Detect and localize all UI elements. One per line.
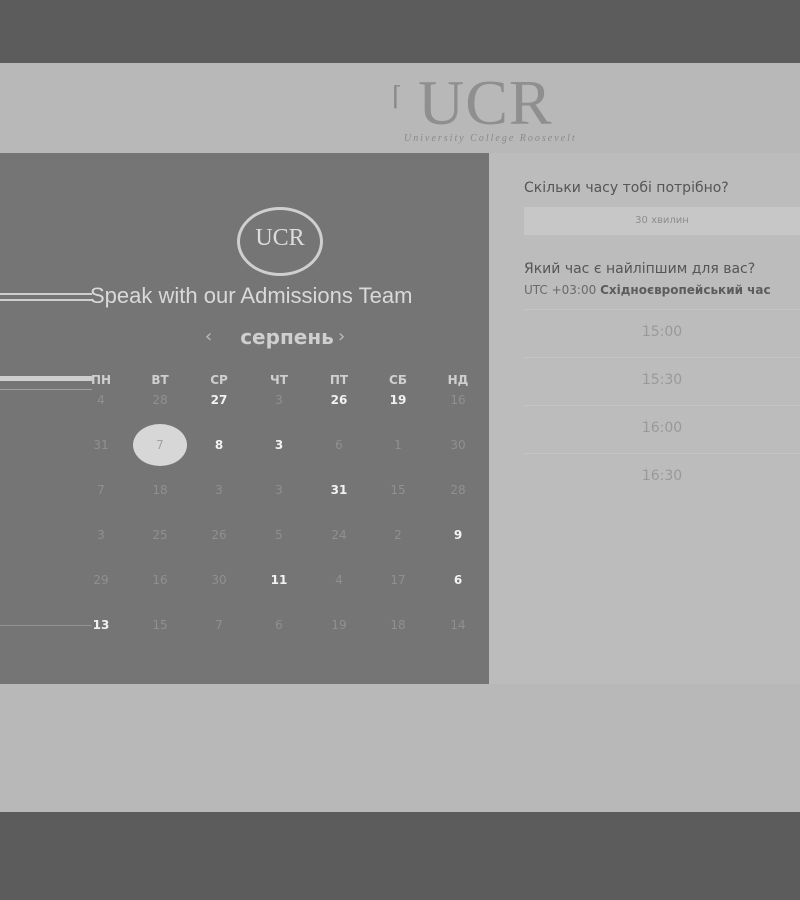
time-slot[interactable]: 16:00	[524, 405, 800, 450]
calendar-day: 3	[215, 483, 223, 497]
calendar-day: 4	[335, 573, 343, 587]
calendar-day: 29	[93, 573, 109, 587]
calendar-day: 15	[390, 483, 406, 497]
logo-crest-icon: ⌈	[392, 82, 403, 112]
ucr-badge-icon: UCR	[237, 207, 323, 276]
calendar-day: 4	[97, 393, 105, 407]
calendar-panel: UCR Speak with our Admissions Team ‹ сер…	[0, 153, 489, 684]
calendar-day: 3	[97, 528, 105, 542]
calendar-day: 16	[152, 573, 168, 587]
month-label: серпень	[240, 325, 334, 349]
calendar-day[interactable]: 26	[319, 380, 359, 420]
calendar-day: 19	[331, 618, 347, 632]
calendar-day: 17	[390, 573, 406, 587]
calendar-day[interactable]: 31	[319, 470, 359, 510]
month-navigation: ‹ серпень ›	[205, 323, 355, 351]
calendar-day: 30	[450, 438, 466, 452]
time-slot[interactable]: 15:30	[524, 357, 800, 402]
time-slot[interactable]: 15:00	[524, 309, 800, 354]
ucr-logo: ⌈ UCR University College Roosevelt	[392, 71, 592, 147]
calendar-day[interactable]: 9	[438, 515, 478, 555]
decorative-line	[0, 389, 92, 390]
chevron-right-icon[interactable]: ›	[338, 323, 345, 351]
logo-subtitle: University College Roosevelt	[404, 133, 577, 144]
badge-text: UCR	[255, 225, 305, 251]
time-question: Який час є найліпшим для вас?	[524, 261, 756, 277]
calendar-day[interactable]: 27	[199, 380, 239, 420]
top-bar	[0, 0, 800, 63]
decorative-line	[0, 293, 92, 295]
bottom-bar	[0, 812, 800, 900]
calendar-day: 7	[215, 618, 223, 632]
calendar-day[interactable]: 19	[378, 380, 418, 420]
timezone-name: Східноєвропейський час	[600, 283, 771, 297]
calendar-day: 28	[152, 393, 168, 407]
calendar-day: 2	[394, 528, 402, 542]
chevron-left-icon[interactable]: ‹	[205, 323, 212, 351]
time-selection-panel: Скільки часу тобі потрібно? 30 хвилин Як…	[489, 153, 800, 684]
calendar-day: 16	[450, 393, 466, 407]
calendar-day: 18	[152, 483, 168, 497]
panel-title: Speak with our Admissions Team	[90, 283, 413, 308]
calendar-day: 31	[93, 438, 109, 452]
calendar-day: 3	[275, 393, 283, 407]
calendar-day: 26	[211, 528, 227, 542]
calendar-day[interactable]: 8	[199, 425, 239, 465]
calendar-day: 24	[331, 528, 347, 542]
calendar-day: 6	[275, 618, 283, 632]
calendar-day: 28	[450, 483, 466, 497]
calendar-day: 6	[335, 438, 343, 452]
calendar-day: 30	[211, 573, 227, 587]
selected-day[interactable]: 7	[133, 424, 187, 466]
calendar-day: 18	[390, 618, 406, 632]
decorative-line	[0, 299, 92, 301]
calendar-day[interactable]: 13	[81, 605, 121, 645]
time-slot[interactable]: 16:30	[524, 453, 800, 498]
decorative-line	[0, 376, 92, 381]
calendar-day: 25	[152, 528, 168, 542]
calendar-day[interactable]: 11	[259, 560, 299, 600]
duration-select[interactable]: 30 хвилин	[524, 207, 800, 235]
calendar-day: 7	[97, 483, 105, 497]
calendar-day: 3	[275, 483, 283, 497]
decorative-line	[0, 625, 92, 626]
duration-question: Скільки часу тобі потрібно?	[524, 180, 729, 196]
timezone-label[interactable]: UTC +03:00 Східноєвропейський час	[524, 283, 771, 297]
calendar-day: 14	[450, 618, 466, 632]
calendar-day: 1	[394, 438, 402, 452]
calendar-day: 15	[152, 618, 168, 632]
timezone-offset: UTC +03:00	[524, 283, 597, 297]
calendar-day: 5	[275, 528, 283, 542]
booking-page: ⌈ UCR University College Roosevelt UCR S…	[0, 63, 800, 812]
calendar-day[interactable]: 3	[259, 425, 299, 465]
calendar-day[interactable]: 6	[438, 560, 478, 600]
logo-text: UCR	[418, 67, 553, 138]
